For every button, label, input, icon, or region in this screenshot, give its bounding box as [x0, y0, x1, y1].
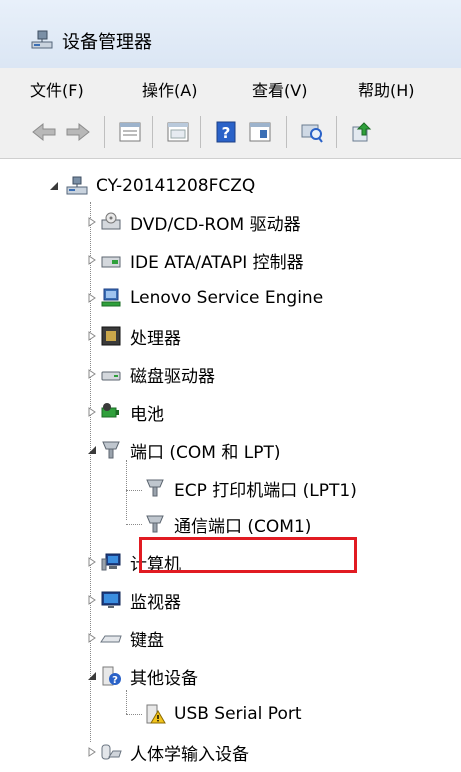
toolbar: ?: [0, 106, 461, 159]
update-driver-icon: [352, 122, 372, 142]
tree-item-label: USB Serial Port: [174, 704, 302, 724]
tree-item-label: 端口 (COM 和 LPT): [130, 442, 281, 463]
expand-arrow-icon[interactable]: [86, 330, 98, 342]
menu-action[interactable]: 操作(A): [142, 77, 197, 101]
toolbar-separator: [200, 116, 201, 148]
tree-item-battery[interactable]: 电池: [86, 396, 164, 428]
tree-item-ecp-port[interactable]: ECP 打印机端口 (LPT1): [144, 472, 357, 504]
window-title: 设备管理器: [62, 32, 152, 53]
toolbar-separator: [152, 116, 153, 148]
properties-list-icon: [119, 122, 141, 142]
console-tree-button[interactable]: [164, 118, 192, 146]
svg-text:?: ?: [112, 675, 118, 686]
menu-view[interactable]: 查看(V): [252, 77, 307, 101]
network-service-icon: [101, 288, 121, 307]
tree-item-label: Lenovo Service Engine: [130, 288, 324, 308]
svg-text:?: ?: [222, 124, 231, 142]
tree-item-ports[interactable]: 端口 (COM 和 LPT): [86, 434, 281, 466]
tree-item-label: ECP 打印机端口 (LPT1): [174, 480, 357, 501]
device-tree: CY-20141208FCZQ DVD/CD-ROM 驱动器 IDE ATA/A…: [0, 160, 461, 772]
tree-guide-line: [126, 714, 142, 715]
title-bar: 设备管理器: [0, 0, 461, 68]
menu-file[interactable]: 文件(F): [30, 77, 84, 101]
scan-hardware-icon: [301, 124, 323, 143]
highlight-box: [139, 537, 357, 573]
device-view-icon: [249, 122, 271, 142]
tree-item-label: IDE ATA/ATAPI 控制器: [130, 252, 304, 273]
tree-guide-line: [126, 490, 142, 491]
expand-arrow-icon[interactable]: [86, 406, 98, 418]
tree-item-disk[interactable]: 磁盘驱动器: [86, 358, 215, 390]
computer-icon: [66, 176, 88, 195]
expand-arrow-icon[interactable]: [86, 292, 98, 304]
expand-arrow-icon[interactable]: [86, 594, 98, 606]
ide-controller-icon: [101, 256, 121, 268]
battery-icon: [101, 403, 119, 418]
console-tree-icon: [167, 122, 189, 142]
tree-item-label: 人体学输入设备: [130, 744, 249, 765]
computer-monitor-icon: [101, 553, 121, 571]
tree-item-label: 通信端口 (COM1): [174, 516, 312, 537]
collapse-arrow-icon[interactable]: [48, 180, 60, 192]
tree-item-label: 键盘: [130, 630, 164, 651]
port-connector-icon: [146, 515, 164, 533]
device-manager-icon: [31, 30, 53, 49]
tree-item-label: 其他设备: [130, 668, 198, 689]
unknown-device-icon: ?: [102, 666, 121, 686]
tree-item-hid[interactable]: 人体学输入设备: [86, 736, 249, 768]
keyboard-icon: [100, 635, 122, 643]
expand-arrow-icon[interactable]: [86, 368, 98, 380]
tree-item-dvd[interactable]: DVD/CD-ROM 驱动器: [86, 206, 301, 238]
expand-arrow-icon[interactable]: [86, 254, 98, 266]
tree-item-usb-serial-port[interactable]: USB Serial Port: [144, 698, 302, 730]
back-arrow-icon: [32, 122, 56, 142]
properties-button[interactable]: [116, 118, 144, 146]
processor-icon: [101, 326, 121, 346]
tree-item-processor[interactable]: 处理器: [86, 320, 181, 352]
expand-arrow-icon[interactable]: [86, 556, 98, 568]
menu-bar: 文件(F) 操作(A) 查看(V) 帮助(H): [0, 68, 461, 107]
tree-item-ide[interactable]: IDE ATA/ATAPI 控制器: [86, 244, 304, 276]
tree-item-label: CY-20141208FCZQ: [96, 176, 256, 196]
dvd-drive-icon: [101, 212, 121, 230]
tree-item-label: 电池: [130, 404, 164, 425]
disk-drive-icon: [101, 371, 121, 381]
tree-item-label: 处理器: [130, 328, 181, 349]
expand-arrow-icon[interactable]: [86, 216, 98, 228]
tree-item-com-port[interactable]: 通信端口 (COM1): [144, 508, 311, 540]
human-interface-device-icon: [101, 744, 122, 760]
help-icon: ?: [216, 121, 236, 143]
help-button[interactable]: ?: [212, 118, 240, 146]
forward-button[interactable]: [64, 118, 92, 146]
menu-help[interactable]: 帮助(H): [358, 77, 415, 101]
tree-guide-line: [126, 690, 127, 714]
tree-item-monitor[interactable]: 监视器: [86, 584, 181, 616]
scan-hardware-button[interactable]: [298, 118, 326, 146]
tree-item-keyboard[interactable]: 键盘: [86, 622, 164, 654]
collapse-arrow-icon[interactable]: [86, 670, 98, 682]
collapse-arrow-icon[interactable]: [86, 444, 98, 456]
tree-item-label: 监视器: [130, 592, 181, 613]
forward-arrow-icon: [66, 122, 90, 142]
update-driver-button[interactable]: [348, 118, 376, 146]
monitor-icon: [101, 591, 121, 608]
expand-arrow-icon[interactable]: [86, 632, 98, 644]
back-button[interactable]: [30, 118, 58, 146]
port-connector-icon: [102, 441, 120, 459]
expand-arrow-icon[interactable]: [86, 746, 98, 758]
toolbar-separator: [286, 116, 287, 148]
device-view-button[interactable]: [246, 118, 274, 146]
tree-item-label: 磁盘驱动器: [130, 366, 215, 387]
device-manager-window: 设备管理器 文件(F) 操作(A) 查看(V) 帮助(H) ? CY-20141…: [0, 0, 461, 772]
tree-item-other-devices[interactable]: ? 其他设备: [86, 660, 198, 692]
tree-item-root[interactable]: CY-20141208FCZQ: [48, 170, 255, 202]
port-connector-icon: [146, 479, 164, 497]
toolbar-separator: [104, 116, 105, 148]
warning-device-icon: [146, 704, 166, 724]
toolbar-separator: [336, 116, 337, 148]
tree-item-label: DVD/CD-ROM 驱动器: [130, 214, 301, 235]
tree-item-lenovo[interactable]: Lenovo Service Engine: [86, 282, 323, 314]
tree-guide-line: [126, 524, 142, 525]
